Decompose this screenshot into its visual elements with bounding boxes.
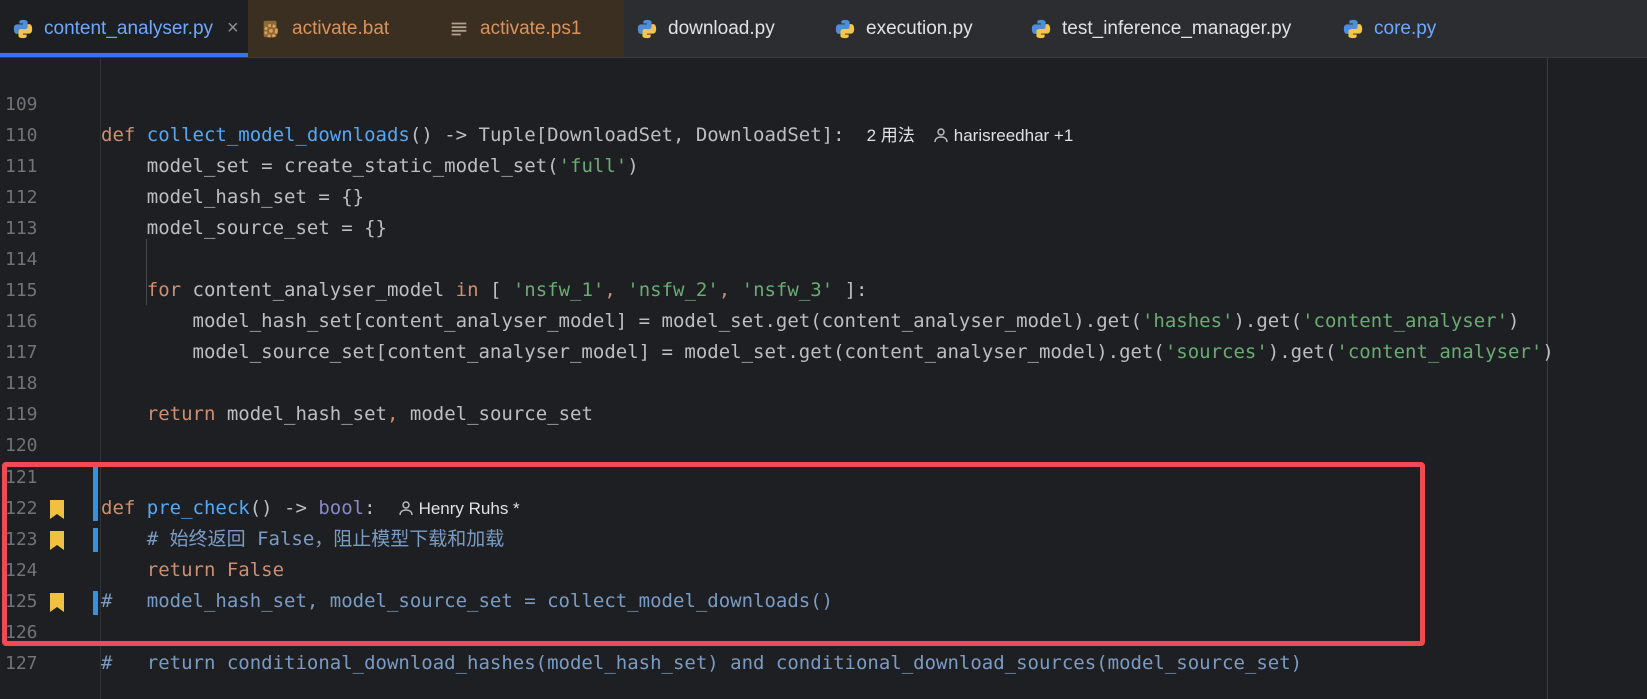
python-icon (835, 19, 855, 38)
code-line[interactable]: 111 model_hash_set = {} (0, 120, 1647, 208)
code-line[interactable]: 109 def collect_model_downloads() -> Tup… (0, 58, 1647, 146)
tab-activate-ps1[interactable]: activate.ps1 (436, 0, 624, 57)
tab-core[interactable]: core.py (1330, 0, 1470, 57)
comment-text: # return conditional_download_hashes(mod… (101, 652, 1303, 674)
tab-label: download.py (668, 17, 775, 39)
code-line[interactable]: 120 (0, 399, 1647, 456)
code-line[interactable]: 116 model_source_set[content_analyser_mo… (0, 275, 1647, 363)
tab-test-inference-manager[interactable]: test_inference_manager.py (1018, 0, 1330, 57)
close-icon[interactable]: × (227, 17, 239, 40)
tab-content-analyser[interactable]: content_analyser.py × (0, 0, 248, 57)
gear-file-icon (263, 20, 278, 38)
code-line[interactable]: 110 model_set = create_static_model_set(… (0, 89, 1647, 177)
highlight-annotation-box (2, 462, 1425, 646)
code-line[interactable]: 113 (0, 182, 1647, 239)
code-line[interactable]: 112 model_source_set = {} (0, 151, 1647, 239)
tab-activate-bat[interactable]: activate.bat (248, 0, 436, 57)
tab-label: activate.bat (292, 17, 390, 39)
python-icon (13, 19, 33, 38)
python-icon (1031, 19, 1051, 38)
code-line[interactable]: 115 model_hash_set[content_analyser_mode… (0, 244, 1647, 332)
tab-label: core.py (1374, 17, 1437, 39)
python-icon (637, 19, 657, 38)
code-line[interactable]: 119 (0, 368, 1647, 425)
code-line[interactable]: 117 (0, 306, 1647, 363)
tab-label: content_analyser.py (44, 17, 214, 39)
text-file-icon (451, 22, 467, 35)
python-icon (1343, 19, 1363, 38)
code-line[interactable]: 114 for content_analyser_model in [ 'nsf… (0, 213, 1647, 301)
tab-label: test_inference_manager.py (1062, 17, 1292, 39)
code-line[interactable]: 121 def pre_check() -> bool: Henry Ruhs * (0, 431, 1647, 519)
tab-execution[interactable]: execution.py (822, 0, 1018, 57)
editor-tab-bar: content_analyser.py × activate.bat activ… (0, 0, 1647, 58)
tab-label: execution.py (866, 17, 973, 39)
tab-download[interactable]: download.py (624, 0, 822, 57)
code-line[interactable]: 118 return model_hash_set, model_source_… (0, 337, 1647, 425)
code-editor[interactable]: 109 def collect_model_downloads() -> Tup… (0, 58, 1647, 699)
line-number: 127 (5, 653, 38, 674)
tab-label: activate.ps1 (480, 17, 582, 39)
